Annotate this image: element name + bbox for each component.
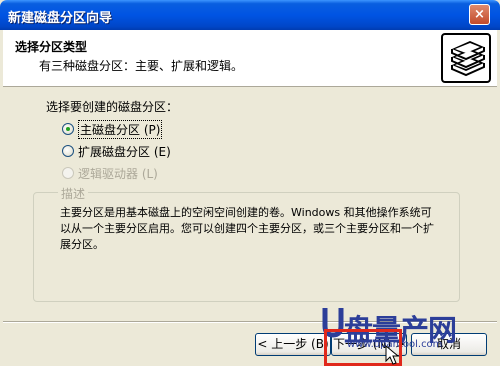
radio-label-extended: 扩展磁盘分区 (E) [78, 144, 171, 159]
radio-button[interactable] [62, 123, 74, 135]
description-legend: 描述 [58, 185, 89, 202]
window-title: 新建磁盘分区向导 [8, 11, 113, 26]
wizard-window: 新建磁盘分区向导 × 选择分区类型 有三种磁盘分区：主要、扩展和逻辑。 选择要创… [0, 0, 500, 366]
description-text: 主要分区是用基本磁盘上的空闲空间创建的卷。Windows 和其他操作系统可以从一… [60, 206, 434, 251]
radio-extended-partition[interactable]: 扩展磁盘分区 (E) [62, 143, 171, 159]
radio-button[interactable] [62, 145, 74, 157]
description-group: 描述 主要分区是用基本磁盘上的空闲空间创建的卷。Windows 和其他操作系统可… [33, 185, 460, 302]
disk-stack-icon [441, 33, 491, 83]
radio-label-logical: 逻辑驱动器 (L) [78, 166, 158, 181]
radio-logical-drive: 逻辑驱动器 (L) [62, 165, 158, 181]
radio-button [62, 167, 74, 179]
header-subtitle: 有三种磁盘分区：主要、扩展和逻辑。 [39, 59, 244, 73]
partition-prompt: 选择要创建的磁盘分区： [46, 100, 179, 114]
back-button[interactable]: < 上一步 (B) [255, 333, 331, 356]
radio-label-primary: 主磁盘分区 (P) [78, 119, 163, 139]
radio-primary-partition[interactable]: 主磁盘分区 (P) [62, 119, 163, 139]
watermark-logo: 盘量产网 www.upantool.com [322, 302, 500, 366]
header-title: 选择分区类型 [15, 40, 88, 54]
close-button[interactable]: × [469, 4, 490, 25]
mouse-cursor-icon [385, 345, 400, 365]
wizard-header: 选择分区类型 有三种磁盘分区：主要、扩展和逻辑。 [3, 30, 497, 87]
title-bar[interactable]: 新建磁盘分区向导 × [0, 0, 500, 30]
close-icon: × [474, 7, 485, 22]
